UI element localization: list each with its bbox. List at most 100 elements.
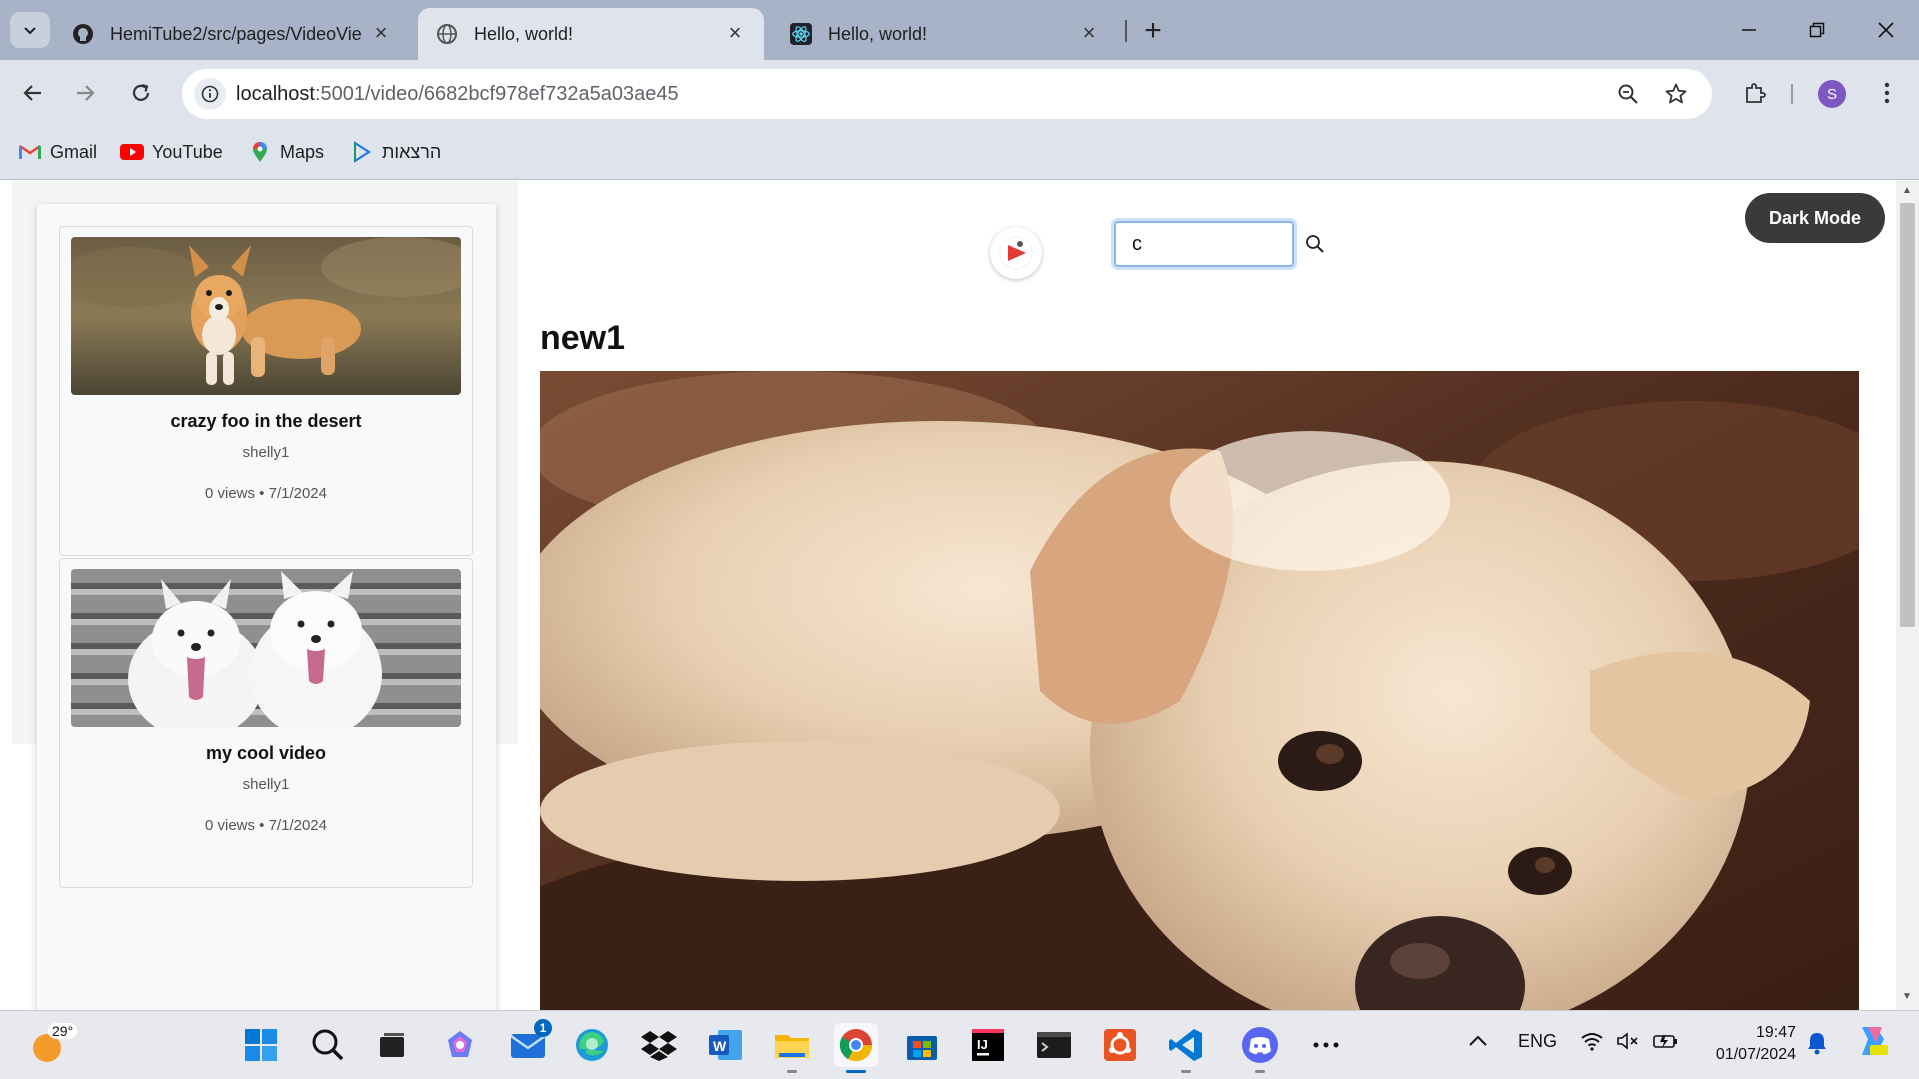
clock-time: 19:47 xyxy=(1755,1024,1796,1041)
word-icon[interactable]: W xyxy=(704,1023,748,1067)
address-bar[interactable]: localhost:5001/video/6682bcf978ef732a5a0… xyxy=(182,69,1712,119)
video-thumbnail-corgi[interactable] xyxy=(71,237,461,395)
bookmark-lectures[interactable]: הרצאות xyxy=(350,138,441,166)
close-tab-icon[interactable]: × xyxy=(1078,22,1100,45)
profile-avatar[interactable]: S xyxy=(1818,80,1846,108)
forward-icon[interactable] xyxy=(66,74,104,112)
maps-icon xyxy=(248,142,272,162)
dark-mode-button[interactable]: Dark Mode xyxy=(1745,193,1885,243)
tab-github[interactable]: HemiTube2/src/pages/VideoVie × xyxy=(54,8,410,60)
bookmarks-bar: Gmail YouTube Maps הרצאות xyxy=(0,126,1919,180)
language-indicator[interactable]: ENG xyxy=(1518,1031,1557,1052)
close-tab-icon[interactable]: × xyxy=(724,22,746,45)
svg-text:IJ: IJ xyxy=(977,1037,988,1052)
tab-hello-world-active[interactable]: Hello, world! × xyxy=(418,8,764,60)
page-scrollbar[interactable]: ▲ ▼ xyxy=(1896,181,1919,1010)
intellij-icon[interactable]: IJ xyxy=(966,1023,1010,1067)
battery-icon[interactable] xyxy=(1652,1031,1680,1056)
github-icon xyxy=(72,23,94,45)
running-indicator xyxy=(1181,1070,1191,1073)
svg-text:W: W xyxy=(713,1038,727,1054)
chrome-icon[interactable] xyxy=(834,1023,878,1073)
notification-bell-icon[interactable] xyxy=(1806,1031,1828,1060)
video-player[interactable] xyxy=(540,371,1859,1010)
dropbox-icon[interactable] xyxy=(637,1023,681,1067)
bookmark-maps[interactable]: Maps xyxy=(248,138,324,166)
windows-taskbar: 29° 1 W IJ ENG 19:47 01/07/2024 xyxy=(0,1010,1919,1079)
weather-temp: 29° xyxy=(48,1023,78,1039)
video-thumbnail-samoyeds[interactable] xyxy=(71,569,461,727)
clock[interactable]: 19:47 01/07/2024 xyxy=(1700,1022,1796,1066)
drive-icon xyxy=(350,141,374,163)
mail-icon[interactable]: 1 xyxy=(506,1019,552,1067)
file-explorer-icon[interactable] xyxy=(770,1023,814,1073)
scroll-up-icon[interactable]: ▲ xyxy=(1902,185,1912,196)
video-card-meta: 0 views • 7/1/2024 xyxy=(205,817,327,834)
wifi-icon[interactable] xyxy=(1580,1031,1604,1056)
microsoft-store-icon[interactable] xyxy=(900,1023,944,1067)
discord-icon[interactable] xyxy=(1238,1023,1282,1073)
copilot-preview-icon[interactable] xyxy=(1854,1023,1890,1064)
tab-strip: HemiTube2/src/pages/VideoVie × Hello, wo… xyxy=(0,0,1919,60)
bookmark-youtube[interactable]: YouTube xyxy=(120,138,223,166)
bookmark-gmail[interactable]: Gmail xyxy=(18,138,97,166)
restore-icon[interactable] xyxy=(1797,10,1837,50)
toolbar-divider xyxy=(1791,84,1793,104)
react-icon xyxy=(790,23,812,45)
vscode-icon[interactable] xyxy=(1164,1023,1208,1073)
browser-toolbar: localhost:5001/video/6682bcf978ef732a5a0… xyxy=(0,60,1919,126)
volume-muted-icon[interactable] xyxy=(1616,1031,1640,1056)
reload-icon[interactable] xyxy=(122,74,160,112)
minimize-icon[interactable] xyxy=(1729,10,1769,50)
ubuntu-icon[interactable] xyxy=(1098,1023,1142,1067)
running-indicator xyxy=(1255,1070,1265,1073)
tab-title: HemiTube2/src/pages/VideoVie xyxy=(110,23,362,44)
mail-badge: 1 xyxy=(534,1019,552,1037)
video-card[interactable]: crazy foo in the desert shelly1 0 views … xyxy=(59,226,473,556)
tray-overflow-icon[interactable] xyxy=(1468,1031,1488,1052)
video-card-title[interactable]: my cool video xyxy=(60,743,472,764)
scrollbar-thumb[interactable] xyxy=(1900,203,1915,627)
zoom-icon[interactable] xyxy=(1614,80,1642,108)
tab-title: Hello, world! xyxy=(828,23,928,44)
related-videos-sidebar: crazy foo in the desert shelly1 0 views … xyxy=(37,204,496,1010)
bookmark-label: הרצאות xyxy=(382,141,442,162)
globe-icon xyxy=(436,23,458,45)
back-icon[interactable] xyxy=(14,74,52,112)
video-card-author: shelly1 xyxy=(242,776,290,793)
video-card-meta: 0 views • 7/1/2024 xyxy=(205,485,327,502)
active-indicator xyxy=(846,1070,866,1073)
more-apps-icon[interactable] xyxy=(1304,1023,1348,1067)
close-tab-icon[interactable]: × xyxy=(370,22,392,45)
video-title: new1 xyxy=(540,319,626,357)
hemitube-logo[interactable] xyxy=(990,227,1042,279)
bookmark-label: YouTube xyxy=(152,141,223,162)
url-path: :5001/video/6682bcf978ef732a5a03ae45 xyxy=(314,83,679,105)
tab-search-button[interactable] xyxy=(10,12,50,48)
video-card-author: shelly1 xyxy=(242,444,290,461)
new-tab-button[interactable]: + xyxy=(1138,14,1168,48)
bookmark-star-icon[interactable] xyxy=(1662,80,1690,108)
terminal-icon[interactable] xyxy=(1032,1023,1076,1067)
scroll-down-icon[interactable]: ▼ xyxy=(1902,991,1912,1002)
close-window-icon[interactable] xyxy=(1866,10,1906,50)
tab-divider xyxy=(1125,20,1127,42)
search-input[interactable] xyxy=(1114,221,1294,267)
youtube-icon xyxy=(120,142,144,162)
site-info-icon[interactable] xyxy=(194,78,226,110)
copilot-icon[interactable] xyxy=(438,1023,482,1067)
search-taskbar-icon[interactable] xyxy=(306,1023,350,1067)
video-card[interactable]: my cool video shelly1 0 views • 7/1/2024 xyxy=(59,558,473,888)
extensions-icon[interactable] xyxy=(1740,78,1770,108)
windows-start-icon[interactable] xyxy=(239,1023,283,1067)
task-view-icon[interactable] xyxy=(370,1023,414,1067)
tab-hello-world[interactable]: Hello, world! × xyxy=(772,8,1118,60)
video-card-title[interactable]: crazy foo in the desert xyxy=(60,411,472,432)
url-text: localhost:5001/video/6682bcf978ef732a5a0… xyxy=(236,83,679,106)
bookmark-label: Maps xyxy=(280,141,325,162)
menu-icon[interactable] xyxy=(1872,78,1902,108)
gmail-icon xyxy=(18,142,42,162)
weather-widget[interactable]: 29° xyxy=(28,1023,78,1067)
search-icon[interactable] xyxy=(1302,231,1328,257)
edge-icon[interactable] xyxy=(570,1023,614,1067)
